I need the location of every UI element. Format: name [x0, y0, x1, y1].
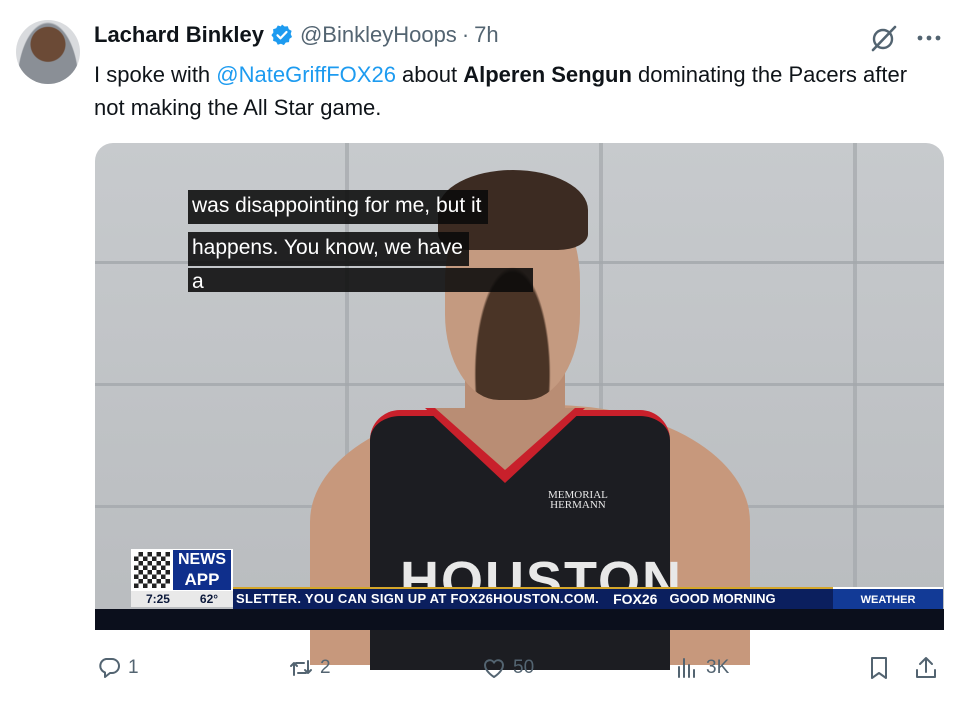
clock-time: 7:25 [145, 592, 170, 606]
reply-button[interactable]: 1 [96, 652, 139, 684]
news-label: NEWS [173, 550, 231, 570]
author-avatar[interactable] [16, 20, 80, 84]
mention-link[interactable]: @NateGriffFOX26 [216, 62, 396, 87]
clock-temperature: 62° [199, 592, 219, 606]
ticker-show-name: GOOD MORNING [669, 591, 776, 606]
tweet-text-part: about [395, 62, 464, 87]
like-button[interactable]: 50 [481, 652, 534, 684]
video-caption-line: was disappointing for me, but it [188, 190, 488, 224]
tweet-text-bold: Alperen Sengun [463, 62, 632, 87]
like-count: 50 [513, 657, 535, 678]
news-app-logo: NEWS APP [131, 549, 233, 591]
bookmark-button[interactable] [866, 652, 892, 684]
retweet-button[interactable]: 2 [288, 652, 331, 684]
tweet-header: Lachard Binkley @BinkleyHoops · 7h [94, 22, 499, 48]
views-button[interactable]: 3K [674, 652, 729, 684]
qr-code-icon [134, 552, 170, 588]
tweet-text: I spoke with @NateGriffFOX26 about Alper… [94, 58, 924, 124]
news-ticker: SLETTER. YOU CAN SIGN UP AT FOX26HOUSTON… [233, 587, 833, 609]
share-button[interactable] [913, 652, 939, 684]
author-name[interactable]: Lachard Binkley [94, 22, 264, 48]
tweet-actions: 1 2 50 3K [0, 652, 960, 684]
tweet-text-part: I spoke with [94, 62, 217, 87]
video-caption-line: a [188, 268, 533, 293]
ticker-text: SLETTER. YOU CAN SIGN UP AT FOX26HOUSTON… [236, 591, 600, 606]
views-count: 3K [706, 657, 730, 678]
ticker-station-logo: FOX26 [613, 591, 658, 607]
grok-icon[interactable] [868, 22, 900, 54]
views-icon [678, 658, 695, 678]
ticker-lower-bar [95, 609, 944, 630]
more-icon[interactable] [914, 24, 944, 52]
share-icon [916, 657, 936, 678]
verified-badge-icon[interactable] [270, 23, 294, 47]
bookmark-icon [871, 657, 887, 679]
reply-count: 1 [128, 657, 139, 678]
separator-dot: · [461, 22, 470, 47]
app-label: APP [173, 570, 231, 590]
jersey-sponsor-line2: HERMANN [550, 499, 606, 511]
author-handle[interactable]: @BinkleyHoops [300, 22, 457, 48]
reply-icon [99, 658, 120, 678]
weather-label: WEATHER [833, 587, 943, 609]
retweet-icon [290, 660, 312, 676]
video-caption-line: happens. You know, we have [188, 232, 469, 266]
broadcast-clock: 7:25 62° [131, 591, 233, 607]
retweet-count: 2 [320, 657, 331, 678]
jersey-collar-inner [435, 408, 575, 470]
jersey-sponsor: MEMORIAL HERMANN [548, 490, 608, 511]
tweet-timestamp[interactable]: 7h [474, 22, 498, 48]
like-icon [484, 659, 504, 678]
